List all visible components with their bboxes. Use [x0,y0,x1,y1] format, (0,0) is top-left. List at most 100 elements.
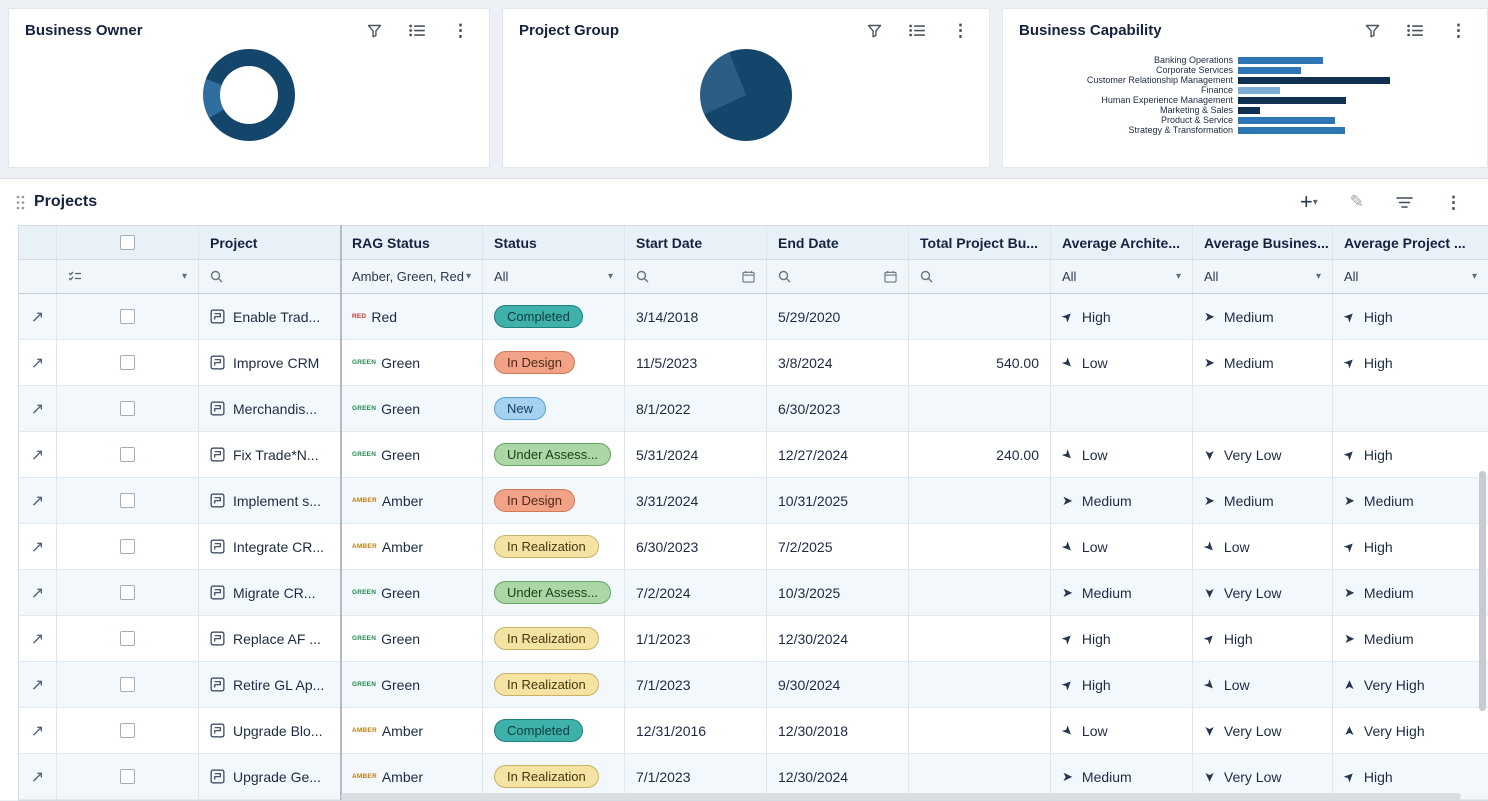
priority-icon: ➤ [1200,537,1219,556]
open-record-icon[interactable]: ↗ [31,583,44,603]
row-checkbox[interactable] [120,539,135,554]
row-checkbox[interactable] [120,447,135,462]
project-cell[interactable]: Merchandis... [199,386,341,431]
rag-code-label: GREEN [352,359,376,366]
project-cell[interactable]: Fix Trade*N... [199,432,341,477]
open-record-icon[interactable]: ↗ [31,629,44,649]
kebab-menu-icon[interactable]: ⋮ [952,22,969,39]
vertical-scrollbar[interactable] [1479,471,1486,711]
kebab-menu-icon[interactable]: ⋮ [1445,194,1462,211]
project-search-input[interactable] [199,260,341,293]
filter-icon[interactable] [367,24,382,38]
row-checkbox[interactable] [120,585,135,600]
status-cell: Completed [483,708,625,753]
open-record-icon[interactable]: ↗ [31,537,44,557]
add-row-button[interactable]: +▾ [1300,191,1318,213]
end-date-search-input[interactable] [767,260,909,293]
status-cell: In Realization [483,662,625,707]
column-header-8[interactable]: Average Project ... [1333,226,1488,259]
bar-segment [1238,107,1260,114]
kebab-menu-icon[interactable]: ⋮ [1450,22,1467,39]
end-date-cell: 3/8/2024 [767,340,909,385]
row-checkbox[interactable] [120,677,135,692]
budget-cell [909,708,1051,753]
column-header-5[interactable]: Total Project Bu... [909,226,1051,259]
select-all-checkbox[interactable] [120,235,135,250]
start-date-cell: 11/5/2023 [625,340,767,385]
row-checkbox[interactable] [120,493,135,508]
avg-architecture-cell: ➤High [1051,294,1193,339]
priority-label: Low [1082,539,1108,555]
avg-project-filter-dropdown[interactable]: All▾ [1333,260,1488,293]
start-date-cell: 12/31/2016 [625,708,767,753]
project-cell[interactable]: Migrate CR... [199,570,341,615]
edit-icon[interactable]: ✎ [1350,192,1364,212]
open-record-icon[interactable]: ↗ [31,675,44,695]
bar-category-label: Customer Relationship Management [1003,75,1233,85]
project-cell[interactable]: Implement s... [199,478,341,523]
list-icon[interactable] [909,24,925,37]
end-date-cell: 10/31/2025 [767,478,909,523]
project-cell[interactable]: Enable Trad... [199,294,341,339]
business-owner-card: Business Owner ⋮ [8,8,490,168]
list-icon[interactable] [1407,24,1423,37]
start-date-search-input[interactable] [625,260,767,293]
open-record-icon[interactable]: ↗ [31,445,44,465]
kebab-menu-icon[interactable]: ⋮ [452,22,469,39]
priority-icon: ➤ [1204,355,1215,371]
expand-cell: ↗ [19,708,57,753]
filter-list-icon[interactable] [1396,196,1413,209]
row-checkbox[interactable] [120,769,135,784]
rag-filter-dropdown[interactable]: Amber, Green, Red▾ [341,260,483,293]
start-date-cell: 1/1/2023 [625,616,767,661]
row-checkbox[interactable] [120,309,135,324]
open-record-icon[interactable]: ↗ [31,721,44,741]
column-header-1[interactable]: RAG Status [341,226,483,259]
column-header-7[interactable]: Average Busines... [1193,226,1333,259]
filter-icon[interactable] [1365,24,1380,38]
project-cell[interactable]: Improve CRM [199,340,341,385]
project-cell[interactable]: Integrate CR... [199,524,341,569]
project-cell[interactable]: Replace AF ... [199,616,341,661]
open-record-icon[interactable]: ↗ [31,491,44,511]
column-header-4[interactable]: End Date [767,226,909,259]
avg-business-filter-dropdown[interactable]: All▾ [1193,260,1333,293]
project-cell[interactable]: Retire GL Ap... [199,662,341,707]
open-record-icon[interactable]: ↗ [31,767,44,787]
budget-cell [909,662,1051,707]
avg-architecture-filter-dropdown[interactable]: All▾ [1051,260,1193,293]
open-record-icon[interactable]: ↗ [31,353,44,373]
select-filter-dropdown[interactable]: ▾ [57,260,199,293]
status-filter-dropdown[interactable]: All▾ [483,260,625,293]
open-record-icon[interactable]: ↗ [31,399,44,419]
project-name: Fix Trade*N... [233,447,319,463]
expand-cell: ↗ [19,616,57,661]
open-record-icon[interactable]: ↗ [31,307,44,327]
expand-cell: ↗ [19,754,57,799]
horizontal-scrollbar[interactable] [341,793,1461,800]
row-checkbox[interactable] [120,723,135,738]
row-checkbox[interactable] [120,355,135,370]
bar-category-label: Banking Operations [1003,55,1233,65]
row-checkbox[interactable] [120,401,135,416]
bar-segment [1238,117,1335,124]
status-badge: In Design [494,489,575,512]
column-header-2[interactable]: Status [483,226,625,259]
drag-handle-icon[interactable] [16,195,25,210]
column-header-6[interactable]: Average Archite... [1051,226,1193,259]
project-cell[interactable]: Upgrade Blo... [199,708,341,753]
priority-label: Medium [1082,769,1132,785]
column-header-3[interactable]: Start Date [625,226,767,259]
bar-segment [1238,87,1280,94]
frozen-column-divider[interactable] [340,225,342,800]
table-row: ↗Replace AF ...GREENGreenIn Realization1… [19,616,1488,662]
column-header-0[interactable]: Project [199,226,341,259]
project-cell[interactable]: Upgrade Ge... [199,754,341,799]
budget-search-input[interactable] [909,260,1051,293]
priority-icon: ➤ [1058,629,1077,648]
project-icon [210,769,225,784]
filter-icon[interactable] [867,24,882,38]
bar-row: Product & Service [1003,116,1401,125]
list-icon[interactable] [409,24,425,37]
row-checkbox[interactable] [120,631,135,646]
